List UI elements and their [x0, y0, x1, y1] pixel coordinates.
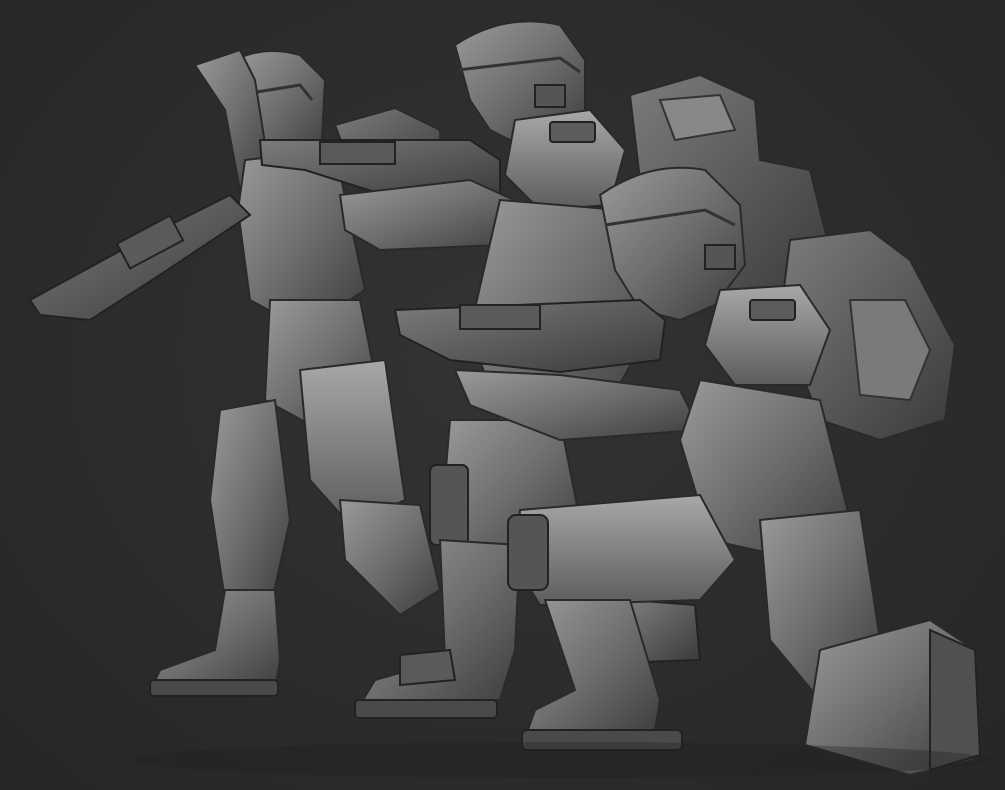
ground-shadow	[130, 742, 990, 778]
render-viewport	[0, 0, 1005, 790]
trooper-squad-render	[28, 20, 990, 778]
